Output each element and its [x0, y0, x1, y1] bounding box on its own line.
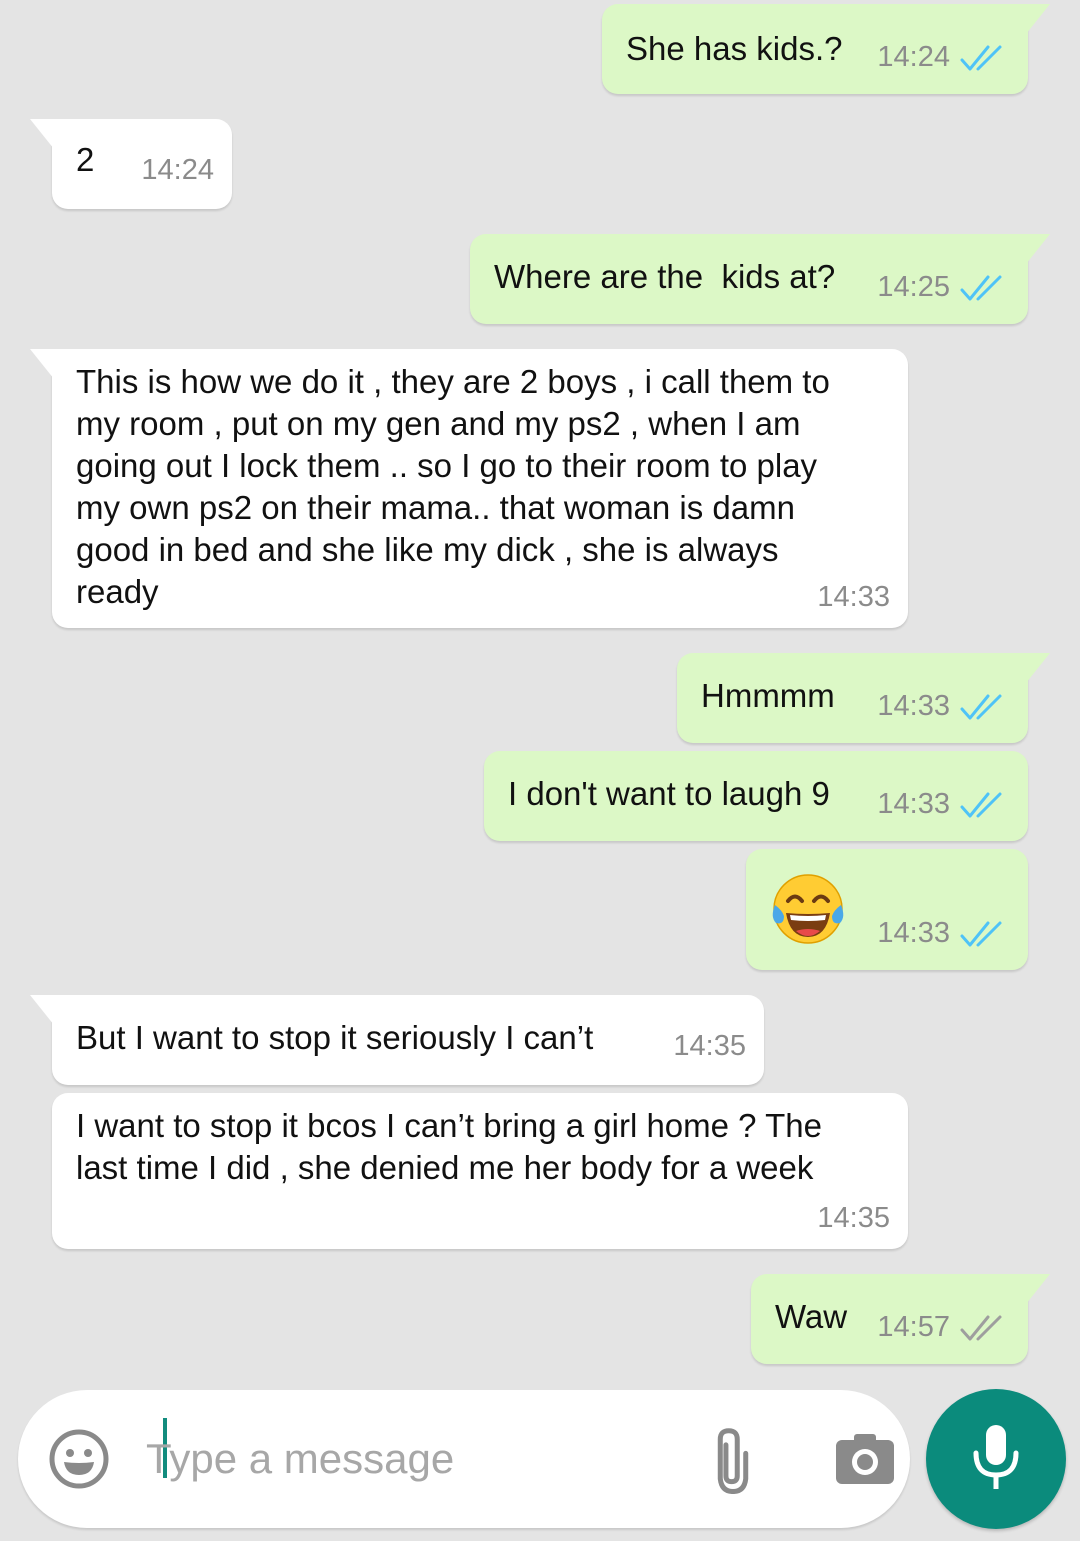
camera-icon[interactable]: [834, 1428, 896, 1493]
message-meta: 14:24: [877, 41, 1006, 74]
message-time: 14:33: [877, 690, 950, 722]
bubble-tail: [1026, 1274, 1050, 1304]
message-meta: 14:33: [877, 788, 1006, 821]
bubble-tail: [30, 349, 54, 379]
outgoing-message[interactable]: Hmmmm 14:33: [677, 653, 1050, 743]
read-ticks-icon: [960, 791, 1006, 819]
message-time: 14:35: [817, 1202, 890, 1234]
incoming-message[interactable]: This is how we do it , they are 2 boys ,…: [30, 349, 908, 628]
message-time: 14:24: [141, 154, 214, 186]
outgoing-message[interactable]: Waw 14:57: [751, 1274, 1050, 1364]
incoming-message[interactable]: But I want to stop it seriously I can’t …: [30, 995, 764, 1085]
message-composer: [18, 1390, 910, 1528]
bubble-tail: [30, 995, 54, 1025]
message-meta: 14:25: [877, 271, 1006, 304]
smiley-icon[interactable]: [48, 1428, 110, 1495]
microphone-button[interactable]: [926, 1389, 1066, 1529]
message-time: 14:35: [673, 1030, 746, 1062]
outgoing-message[interactable]: She has kids.? 14:24: [602, 4, 1050, 94]
outgoing-message[interactable]: 14:33: [746, 849, 1028, 970]
message-text: Hmmmm: [701, 677, 835, 714]
message-meta: 14:33: [877, 917, 1006, 950]
delivered-ticks-icon: [960, 1314, 1006, 1342]
outgoing-message[interactable]: Where are the kids at? 14:25: [470, 234, 1050, 324]
message-meta: 14:24: [141, 154, 214, 187]
message-time: 14:33: [877, 788, 950, 820]
read-ticks-icon: [960, 274, 1006, 302]
message-time: 14:57: [877, 1311, 950, 1343]
message-text: Waw: [775, 1298, 848, 1335]
paperclip-icon[interactable]: [698, 1424, 768, 1499]
message-time: 14:33: [817, 581, 890, 613]
chat-thread: She has kids.? 14:24 2 14:24 Where are t…: [0, 0, 1080, 1541]
message-text: But I want to stop it seriously I can’t: [76, 1019, 594, 1056]
message-time: 14:25: [877, 271, 950, 303]
face-with-tears-of-joy-icon: [768, 871, 848, 947]
read-ticks-icon: [960, 920, 1006, 948]
message-meta: 14:33: [877, 690, 1006, 723]
message-text: This is how we do it , they are 2 boys ,…: [76, 363, 830, 610]
read-ticks-icon: [960, 693, 1006, 721]
outgoing-message[interactable]: I don't want to laugh 9 14:33: [484, 751, 1028, 841]
message-time: 14:33: [877, 917, 950, 949]
message-input[interactable]: [146, 1426, 666, 1492]
microphone-icon: [973, 1425, 1019, 1489]
message-meta: 14:33: [817, 581, 890, 614]
message-text: Where are the kids at?: [494, 258, 836, 295]
read-ticks-icon: [960, 44, 1006, 72]
bubble-tail: [30, 119, 54, 149]
message-text: 2: [76, 141, 95, 178]
bubble-tail: [1026, 653, 1050, 683]
message-meta: 14:35: [673, 1030, 746, 1063]
incoming-message[interactable]: I want to stop it bcos I can’t bring a g…: [52, 1093, 908, 1249]
bubble-tail: [1026, 4, 1050, 34]
incoming-message[interactable]: 2 14:24: [30, 119, 232, 209]
message-text: She has kids.?: [626, 30, 843, 67]
message-text: I don't want to laugh 9: [508, 775, 830, 812]
message-text: I want to stop it bcos I can’t bring a g…: [76, 1107, 822, 1186]
message-meta: 14:57: [877, 1311, 1006, 1344]
message-time: 14:24: [877, 41, 950, 73]
bubble-tail: [1026, 234, 1050, 264]
message-meta: 14:35: [817, 1202, 890, 1235]
